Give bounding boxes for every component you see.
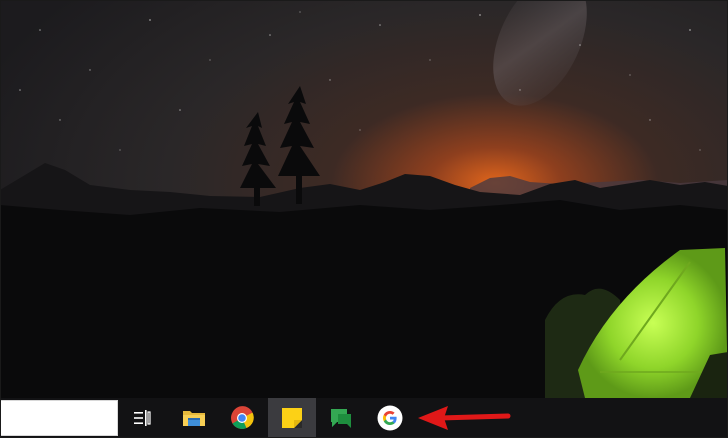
annotation-arrow xyxy=(418,406,511,430)
